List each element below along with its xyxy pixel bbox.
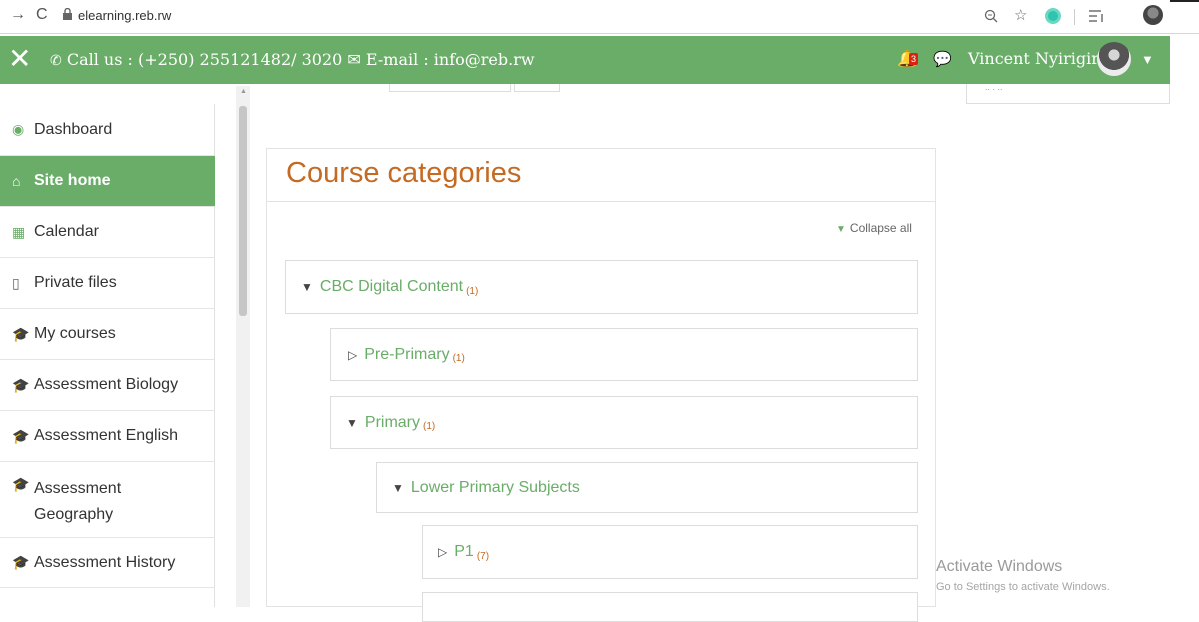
notification-badge: 3 [909,53,919,65]
profile-avatar-icon[interactable] [1143,5,1163,25]
sidebar-item-site-home[interactable]: ⌂ Site home [0,156,215,207]
phone-icon: ✆ [50,53,62,69]
close-drawer-icon[interactable]: ✕ [8,44,31,74]
graduation-cap-icon: 🎓 [12,376,30,393]
windows-activation-title: Activate Windows [936,558,1063,575]
sidebar-item-assessment-history[interactable]: 🎓 Assessment History [0,538,215,588]
lock-icon [63,8,72,20]
sidebar-item-assessment-english[interactable]: 🎓 Assessment English [0,411,215,462]
category-p1[interactable]: ▷ P1 (7) [422,525,918,579]
address-bar[interactable]: elearning.reb.rw [78,8,171,23]
expanded-caret-icon[interactable]: ▼ [301,280,313,294]
sidebar-item-calendar[interactable]: ▦ Calendar [0,207,215,258]
sidebar-item-assessment-geography[interactable]: 🎓 Assessment Geography [0,462,215,538]
user-name[interactable]: Vincent Nyirigira [968,49,1108,68]
scrollbar-thumb[interactable] [239,106,247,316]
category-primary[interactable]: ▼ Primary (1) [330,396,918,449]
calendar-icon: ▦ [12,223,26,240]
scroll-up-icon[interactable]: ▲ [240,88,247,95]
category-lower-primary-subjects[interactable]: ▼ Lower Primary Subjects [376,462,918,513]
category-cbc-digital-content[interactable]: ▼ CBC Digital Content (1) [285,260,918,314]
file-icon: ▯ [12,274,20,291]
site-header: ✕ ✆ Call us : (+250) 255121482/ 3020 ✉ E… [0,36,1170,84]
collapse-all-link[interactable]: ▼ Collapse all [836,221,912,235]
expanded-caret-icon[interactable]: ▼ [392,481,404,495]
toolbar-box-small [514,84,560,92]
window-edge [1170,0,1199,2]
caret-down-icon: ▼ [836,224,846,235]
extension-icon[interactable] [1045,8,1061,24]
toolbar-box [389,84,511,92]
toolbar-divider [1074,9,1075,25]
user-avatar[interactable] [1097,42,1131,76]
right-panel-block: .. . .. [966,82,1170,104]
back-arrow-icon[interactable]: → [10,6,26,24]
category-next[interactable] [422,592,918,622]
zoom-icon[interactable] [984,9,998,23]
sidebar-item-private-files[interactable]: ▯ Private files [0,258,215,309]
graduation-cap-icon: 🎓 [12,554,30,570]
home-icon: ⌂ [12,173,21,189]
category-pre-primary[interactable]: ▷ Pre-Primary (1) [330,328,918,381]
collapsed-caret-icon[interactable]: ▷ [438,545,447,559]
browser-toolbar: → C elearning.reb.rw ☆ [0,0,1199,34]
messages-icon[interactable]: 💬 [933,50,952,68]
sidebar-scrollbar[interactable]: ▲ [236,86,250,607]
sidebar-item-assessment-biology[interactable]: 🎓 Assessment Biology [0,360,215,411]
user-menu-caret-icon[interactable]: ▼ [1141,52,1154,67]
page-title: Course categories [286,157,522,189]
expanded-caret-icon[interactable]: ▼ [346,416,358,430]
graduation-cap-icon: 🎓 [12,476,30,492]
bookmark-star-icon[interactable]: ☆ [1014,6,1027,24]
dashboard-icon: ◉ [12,121,25,137]
windows-activation-hint: Go to Settings to activate Windows. [936,581,1110,593]
graduation-cap-icon: 🎓 [12,427,30,444]
navigation-drawer: ◉ Dashboard ⌂ Site home ▦ Calendar ▯ Pri… [0,104,215,607]
sidebar-item-my-courses[interactable]: 🎓 My courses [0,309,215,360]
contact-info: ✆ Call us : (+250) 255121482/ 3020 ✉ E-m… [50,50,535,69]
reload-icon[interactable]: C [36,6,48,24]
collapsed-caret-icon[interactable]: ▷ [348,348,357,362]
title-divider [266,201,936,202]
graduation-cap-icon: 🎓 [12,325,30,342]
sidebar-item-dashboard[interactable]: ◉ Dashboard [0,104,215,156]
reading-list-icon[interactable] [1088,9,1106,23]
